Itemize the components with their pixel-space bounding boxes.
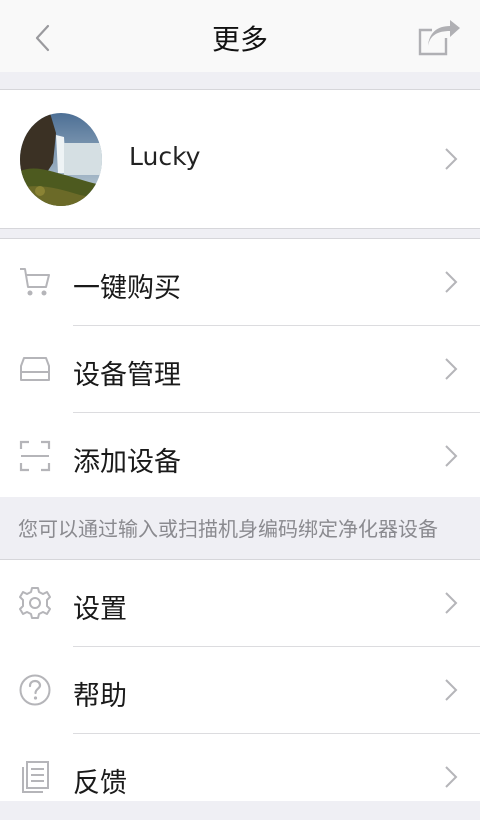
menu-item-feedback[interactable]: 反馈 xyxy=(0,734,480,820)
navigation-bar: 更多 xyxy=(0,0,480,72)
menu-item-help[interactable]: 帮助 xyxy=(0,647,480,733)
chevron-right-icon xyxy=(445,679,458,701)
avatar xyxy=(20,113,102,206)
menu-item-device-management[interactable]: 设备管理 xyxy=(0,326,480,412)
menu-item-buy[interactable]: 一键购买 xyxy=(0,239,480,325)
menu-item-label: 反馈 xyxy=(73,768,127,799)
menu-group-devices: 一键购买 设备管理 添加设备 xyxy=(0,238,480,498)
menu-item-label: 设备管理 xyxy=(73,360,181,391)
hint-text: 您可以通过输入或扫描机身编码绑定净化器设备 xyxy=(18,517,438,541)
chevron-right-icon xyxy=(445,592,458,614)
chevron-right-icon xyxy=(445,766,458,788)
profile-name: Lucky xyxy=(129,142,201,171)
menu-item-label: 一键购买 xyxy=(73,273,181,304)
menu-item-settings[interactable]: 设置 xyxy=(0,560,480,646)
feedback-icon xyxy=(22,761,49,793)
gear-icon xyxy=(19,587,51,619)
chevron-right-icon xyxy=(445,148,458,170)
menu-group-general: 设置 帮助 反馈 xyxy=(0,559,480,801)
menu-item-label: 添加设备 xyxy=(73,447,181,478)
help-icon xyxy=(19,674,51,706)
device-icon xyxy=(20,357,50,381)
chevron-right-icon xyxy=(445,271,458,293)
menu-item-label: 设置 xyxy=(73,594,127,625)
chevron-right-icon xyxy=(445,358,458,380)
menu-item-add-device[interactable]: 添加设备 xyxy=(0,413,480,499)
page-title: 更多 xyxy=(211,23,268,56)
hint-section: 您可以通过输入或扫描机身编码绑定净化器设备 xyxy=(0,497,480,559)
scan-icon xyxy=(19,440,51,472)
cart-icon xyxy=(20,268,50,296)
chevron-right-icon xyxy=(445,445,458,467)
menu-item-label: 帮助 xyxy=(73,681,127,712)
profile-row[interactable]: Lucky xyxy=(0,89,480,229)
share-icon[interactable] xyxy=(416,18,462,58)
